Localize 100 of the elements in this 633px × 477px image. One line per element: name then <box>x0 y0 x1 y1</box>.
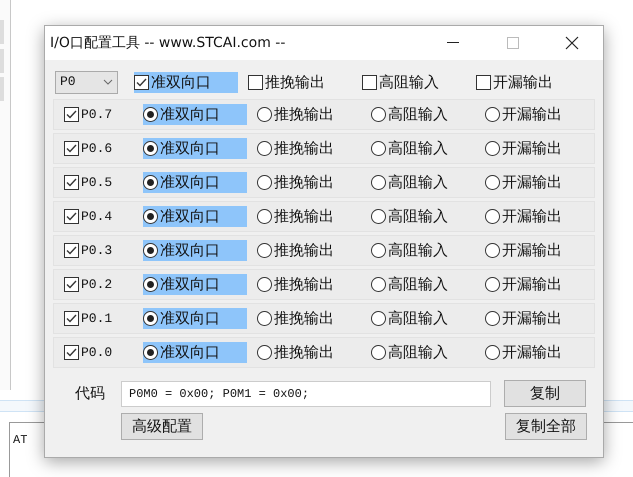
option-label: 推挽输出 <box>274 308 334 330</box>
checkbox[interactable] <box>64 345 79 360</box>
option-label: 开漏输出 <box>502 138 562 160</box>
radio-button[interactable] <box>257 345 272 360</box>
radio-button[interactable] <box>371 141 386 156</box>
radio-button[interactable] <box>485 243 500 258</box>
radio-button[interactable] <box>143 243 158 258</box>
radio-button[interactable] <box>143 175 158 190</box>
checkbox[interactable] <box>64 243 79 258</box>
checkmark-icon <box>66 348 77 357</box>
option-label: 高阻输入 <box>388 274 448 296</box>
radio-button[interactable] <box>143 277 158 292</box>
checkbox[interactable] <box>476 74 491 90</box>
checkmark-icon <box>66 314 77 323</box>
pin-label: P0.5 <box>81 174 112 192</box>
radio-button[interactable] <box>257 277 272 292</box>
port-dropdown[interactable]: P0 <box>55 70 118 94</box>
checkmark-icon <box>66 178 77 187</box>
option-label: 推挽输出 <box>274 104 334 126</box>
option-label: 准双向口 <box>160 240 220 262</box>
option-label: 推挽输出 <box>265 72 325 93</box>
radio-button[interactable] <box>257 175 272 190</box>
option-label: 开漏输出 <box>502 172 562 194</box>
radio-button[interactable] <box>371 345 386 360</box>
radio-button[interactable] <box>485 311 500 326</box>
option-label: 高阻输入 <box>388 240 448 262</box>
copy-all-button[interactable]: 复制全部 <box>505 413 587 440</box>
option-label: 高阻输入 <box>388 138 448 160</box>
option-label: 准双向口 <box>151 72 211 93</box>
checkbox[interactable] <box>134 74 149 90</box>
option-label: 开漏输出 <box>502 308 562 330</box>
option-label: 推挽输出 <box>274 138 334 160</box>
option-label: 准双向口 <box>160 138 220 160</box>
radio-button[interactable] <box>257 107 272 122</box>
radio-button[interactable] <box>257 209 272 224</box>
checkbox[interactable] <box>64 311 79 326</box>
code-field[interactable]: P0M0 = 0x00; P0M1 = 0x00; <box>121 380 491 406</box>
radio-button[interactable] <box>485 175 500 190</box>
option-label: 开漏输出 <box>502 240 562 262</box>
option-label: 推挽输出 <box>274 274 334 296</box>
option-label: 高阻输入 <box>388 104 448 126</box>
radio-button[interactable] <box>143 209 158 224</box>
option-label: 准双向口 <box>160 274 220 296</box>
option-label: 准双向口 <box>160 206 220 228</box>
radio-button[interactable] <box>143 141 158 156</box>
option-label: 开漏输出 <box>502 104 562 126</box>
option-label: 开漏输出 <box>493 72 553 93</box>
option-label: 准双向口 <box>160 342 220 364</box>
pin-label: P0.4 <box>81 208 112 226</box>
checkbox[interactable] <box>362 74 377 90</box>
option-label: 准双向口 <box>160 172 220 194</box>
copy-button[interactable]: 复制 <box>504 380 586 407</box>
radio-button[interactable] <box>257 311 272 326</box>
radio-button[interactable] <box>485 277 500 292</box>
option-label: 开漏输出 <box>502 274 562 296</box>
radio-button[interactable] <box>371 175 386 190</box>
checkmark-icon <box>66 280 77 289</box>
option-label: 高阻输入 <box>388 172 448 194</box>
radio-button[interactable] <box>257 243 272 258</box>
pin-label: P0.7 <box>81 106 112 124</box>
radio-button[interactable] <box>485 107 500 122</box>
radio-button[interactable] <box>371 243 386 258</box>
checkmark-icon <box>66 212 77 221</box>
option-label: 推挽输出 <box>274 172 334 194</box>
checkbox[interactable] <box>64 209 79 224</box>
pin-label: P0.1 <box>81 310 112 328</box>
radio-button[interactable] <box>257 141 272 156</box>
chevron-down-icon <box>103 79 113 85</box>
option-label: 高阻输入 <box>388 342 448 364</box>
radio-button[interactable] <box>371 107 386 122</box>
minimize-icon[interactable] <box>447 42 459 44</box>
pin-label: P0.0 <box>81 344 112 362</box>
radio-button[interactable] <box>143 107 158 122</box>
option-label: 准双向口 <box>160 308 220 330</box>
radio-button[interactable] <box>371 277 386 292</box>
close-icon[interactable] <box>565 36 579 50</box>
advanced-config-button[interactable]: 高级配置 <box>121 413 203 440</box>
checkmark-icon <box>66 144 77 153</box>
checkbox[interactable] <box>64 175 79 190</box>
option-label: 开漏输出 <box>502 206 562 228</box>
radio-button[interactable] <box>485 209 500 224</box>
checkbox[interactable] <box>64 277 79 292</box>
pin-label: P0.3 <box>81 242 112 260</box>
radio-button[interactable] <box>143 311 158 326</box>
window-title: I/O口配置工具 -- www.STCAI.com -- <box>50 34 286 52</box>
checkmark-icon <box>66 246 77 255</box>
option-label: 高阻输入 <box>388 308 448 330</box>
radio-button[interactable] <box>485 345 500 360</box>
radio-button[interactable] <box>485 141 500 156</box>
radio-button[interactable] <box>371 209 386 224</box>
checkbox[interactable] <box>64 141 79 156</box>
code-label: 代码 <box>75 383 106 404</box>
radio-button[interactable] <box>371 311 386 326</box>
radio-button[interactable] <box>143 345 158 360</box>
checkbox[interactable] <box>64 107 79 122</box>
checkmark-icon <box>136 78 147 86</box>
checkmark-icon <box>66 110 77 119</box>
option-label: 推挽输出 <box>274 206 334 228</box>
checkbox[interactable] <box>248 74 263 90</box>
pin-label: P0.6 <box>81 140 112 158</box>
